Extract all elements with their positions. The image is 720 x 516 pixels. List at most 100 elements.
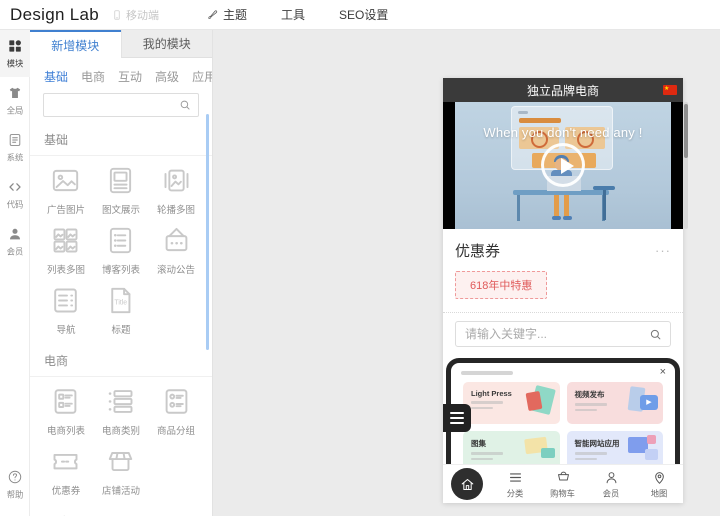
topbar: Design Lab 移动端 主题 工具 SEO设置 bbox=[0, 0, 720, 30]
modal-card-smart-site[interactable]: 智能网站应用 bbox=[566, 431, 663, 464]
modal-card-grid: Light Press 视频发布 ▶ 图集 智能网站应用 bbox=[463, 382, 663, 464]
svg-text:Title: Title bbox=[115, 300, 128, 307]
image-grid-icon bbox=[49, 224, 82, 257]
preview-nav-home[interactable] bbox=[443, 468, 491, 500]
module-item-title[interactable]: Title 标题 bbox=[93, 284, 148, 336]
tablet-frame-graphic: × Light Press 视频发布 ▶ 图集 智能网站应用 bbox=[446, 358, 680, 464]
module-item-notice[interactable]: 滚动公告 bbox=[149, 224, 204, 276]
module-item-navigation[interactable]: 导航 bbox=[38, 284, 93, 336]
sidebar-rail: 模块 全局 系统 代码 会员帮助 bbox=[0, 30, 30, 516]
ticket-icon bbox=[49, 445, 82, 478]
video-module[interactable]: When you don't need any ! bbox=[443, 102, 683, 229]
topbar-menu-theme[interactable]: 主题 bbox=[189, 6, 264, 23]
coupon-module[interactable]: 优惠券 ··· 618年中特惠 bbox=[443, 229, 683, 313]
site-title: 独立品牌电商 bbox=[526, 83, 599, 98]
sidebar-item-help[interactable]: 帮助 bbox=[0, 461, 30, 508]
sidebar-item-member[interactable]: 会员 bbox=[0, 218, 30, 265]
modal-card-art: ▶ bbox=[616, 385, 660, 421]
module-section: 基础 广告图片 图文展示 轮播多图 列表多图 博客列表 滚动公告 导航 Title 标题 bbox=[30, 121, 212, 342]
list-icon bbox=[104, 224, 137, 257]
preview-search-input[interactable] bbox=[456, 322, 670, 346]
module-item-image-text[interactable]: 图文展示 bbox=[93, 164, 148, 216]
awning-icon bbox=[104, 445, 137, 478]
tab-add-module[interactable]: 新增模块 bbox=[30, 30, 121, 58]
category-tab-interactive[interactable]: 互动 bbox=[118, 68, 142, 85]
category-tab-advanced[interactable]: 高级 bbox=[155, 68, 179, 85]
preview-scrollbar bbox=[684, 102, 688, 229]
user-icon bbox=[603, 469, 620, 486]
module-item-image-list[interactable]: 列表多图 bbox=[38, 224, 93, 276]
topbar-menu: 主题 工具 SEO设置 bbox=[189, 6, 405, 23]
category-tab-basic[interactable]: 基础 bbox=[44, 68, 68, 85]
module-item-shop-activity[interactable]: 店铺活动 bbox=[93, 445, 148, 497]
play-icon[interactable] bbox=[541, 143, 585, 187]
product-list-icon bbox=[49, 385, 82, 418]
module-item-coupon[interactable]: 优惠券 bbox=[38, 445, 93, 497]
preview-scrollbar-thumb[interactable] bbox=[684, 104, 688, 158]
preview-nav-member[interactable]: 会员 bbox=[587, 469, 635, 500]
search-icon[interactable] bbox=[178, 98, 192, 112]
workspace-canvas: 独立品牌电商 ★ When you don't need any ! 优惠券 ·… bbox=[213, 30, 720, 516]
coupon-chip[interactable]: 618年中特惠 bbox=[455, 271, 548, 299]
image-text-icon bbox=[104, 164, 137, 197]
category-tab-ecommerce[interactable]: 电商 bbox=[81, 68, 105, 85]
module-item-product-group[interactable]: 商品分组 bbox=[149, 385, 204, 437]
modal-card-video-publish[interactable]: 视频发布 ▶ bbox=[566, 382, 663, 424]
module-item-carousel[interactable]: 轮播多图 bbox=[149, 164, 204, 216]
preview-nav-category[interactable]: 分类 bbox=[491, 469, 539, 500]
module-panel: 新增模块我的模块 基础电商互动高级应用 基础广告图片图文展示轮播多图列表多图博客… bbox=[30, 30, 213, 516]
section-divider bbox=[30, 155, 212, 156]
category-tabs: 基础电商互动高级应用 bbox=[30, 58, 212, 85]
title-page-icon: Title bbox=[104, 284, 137, 317]
modules-icon bbox=[7, 38, 23, 54]
document-icon bbox=[7, 132, 23, 148]
more-options-icon[interactable]: ··· bbox=[655, 243, 671, 258]
modal-card-gallery[interactable]: 图集 bbox=[463, 431, 560, 464]
module-search-input[interactable] bbox=[44, 94, 198, 116]
topbar-menu-tools[interactable]: 工具 bbox=[264, 6, 322, 23]
hamburger-menu-icon bbox=[443, 404, 471, 432]
category-tab-apps[interactable]: 应用 bbox=[192, 68, 212, 85]
preview-nav-cart[interactable]: 购物车 bbox=[539, 469, 587, 500]
modal-card-light-press[interactable]: Light Press bbox=[463, 382, 560, 424]
carousel-icon bbox=[160, 164, 193, 197]
code-icon bbox=[7, 179, 23, 195]
search-icon[interactable] bbox=[648, 327, 663, 342]
module-sections: 基础 广告图片 图文展示 轮播多图 列表多图 博客列表 滚动公告 导航 Title 标题 电商 电商列… bbox=[30, 119, 212, 516]
panel-tabs: 新增模块 我的模块 bbox=[30, 30, 212, 58]
preview-nav-map[interactable]: 地图 bbox=[635, 469, 683, 500]
image-module[interactable]: × Light Press 视频发布 ▶ 图集 智能网站应用 bbox=[443, 356, 683, 464]
tshirt-icon bbox=[7, 85, 23, 101]
topbar-menu-seo[interactable]: SEO设置 bbox=[322, 6, 405, 23]
device-toggle-label: 移动端 bbox=[126, 9, 160, 22]
cart-icon bbox=[555, 469, 572, 486]
module-item-ad-image[interactable]: 广告图片 bbox=[38, 164, 93, 216]
sidebar-item-modules[interactable]: 模块 bbox=[0, 30, 30, 77]
search-module bbox=[443, 313, 683, 356]
modal-card-art bbox=[616, 434, 660, 464]
tab-my-modules[interactable]: 我的模块 bbox=[120, 30, 212, 58]
preview-site-header[interactable]: 独立品牌电商 ★ bbox=[443, 78, 683, 102]
topbar-menu-seo-label: SEO设置 bbox=[339, 8, 389, 22]
module-item-shop-list[interactable]: 电商列表 bbox=[38, 385, 93, 437]
panel-scrollbar[interactable] bbox=[206, 114, 209, 350]
app-logo: Design Lab bbox=[10, 4, 100, 24]
module-item-blog-list[interactable]: 博客列表 bbox=[93, 224, 148, 276]
module-item-shop-category[interactable]: 电商类别 bbox=[93, 385, 148, 437]
menu-icon bbox=[507, 469, 524, 486]
app-window: Design Lab 移动端 主题 工具 SEO设置 模块 全局 系统 代码 会员 帮助 新增… bbox=[0, 0, 720, 516]
section-divider bbox=[30, 376, 212, 377]
modal-card-art bbox=[513, 384, 557, 421]
preview-bottom-nav: 分类 购物车 会员 地图 bbox=[443, 464, 683, 503]
video-overlay-text: When you don't need any ! bbox=[483, 125, 643, 140]
section-title: 电商 bbox=[44, 354, 69, 368]
theme-icon bbox=[206, 8, 219, 21]
sidebar-item-code[interactable]: 代码 bbox=[0, 171, 30, 218]
device-toggle-mobile[interactable]: 移动端 bbox=[111, 7, 159, 23]
module-section: 互动在线表单会员登录 bbox=[30, 503, 212, 516]
sidebar-item-system[interactable]: 系统 bbox=[0, 124, 30, 171]
modal-card-art bbox=[513, 434, 557, 464]
china-flag-icon[interactable]: ★ bbox=[663, 85, 677, 95]
nav-lines-icon bbox=[49, 284, 82, 317]
sidebar-item-global[interactable]: 全局 bbox=[0, 77, 30, 124]
